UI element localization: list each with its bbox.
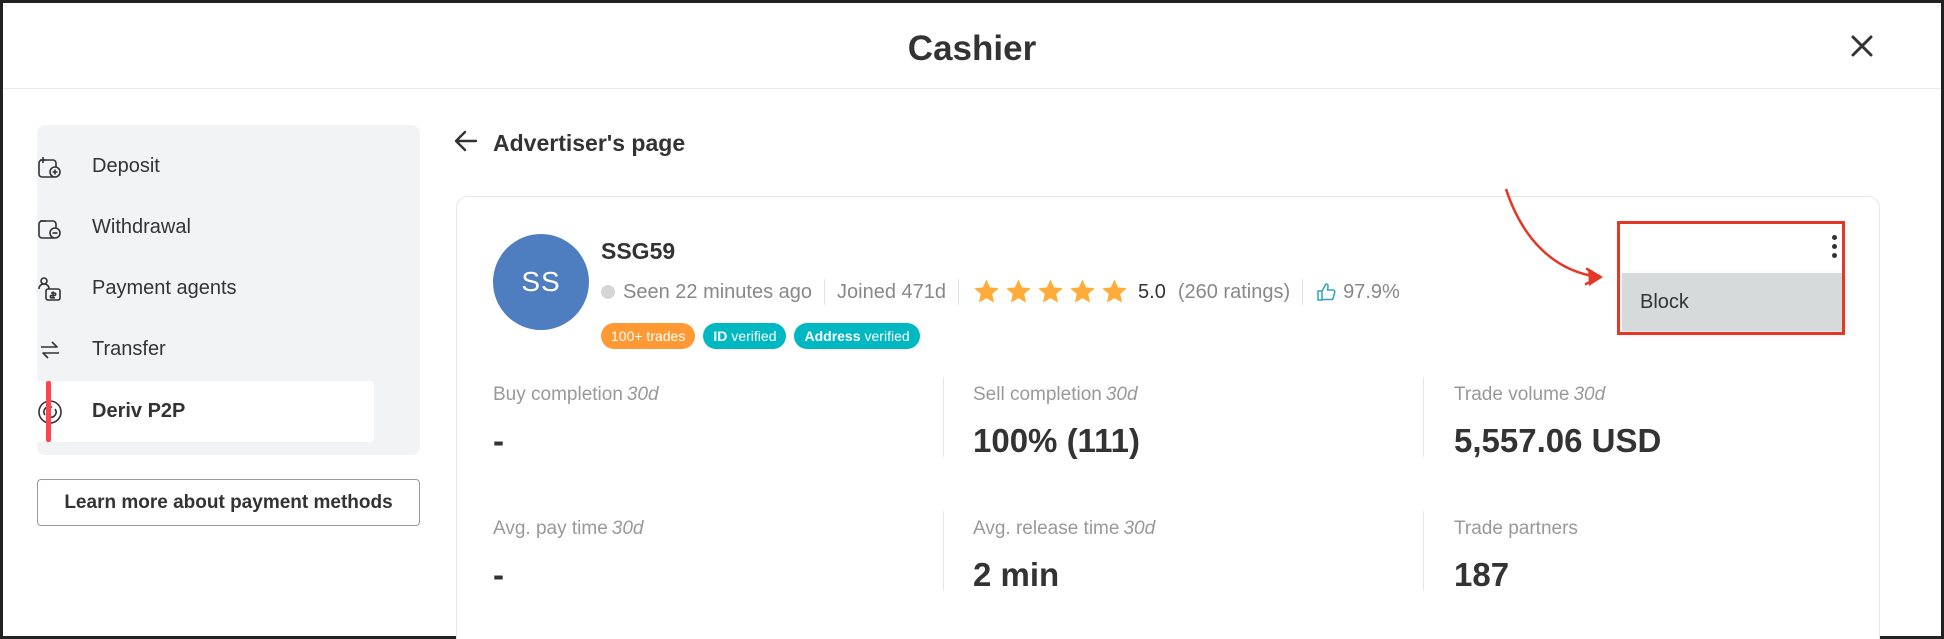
ratings-count: (260 ratings) [1177,280,1291,303]
stat-label-text: Avg. pay time [493,518,608,539]
page-heading: Advertiser's page [493,129,686,156]
badge-text: verified [864,328,910,344]
stat-label: Avg. pay time 30d [493,518,933,540]
stat-value: 100% (111) [973,422,1140,459]
trades-badge: 100+ trades [601,323,696,349]
withdrawal-icon [35,213,65,243]
divider [1423,511,1424,591]
stat-label: Buy completion 30d [493,384,933,406]
joined: Joined 471d [837,280,947,303]
rating-value: 5.0 [1138,280,1166,303]
deposit-icon [35,152,65,182]
stat-avg-release-time: Avg. release time 30d 2 min [973,518,1413,594]
stat-value: 187 [1454,556,1510,593]
divider [1302,279,1304,305]
stat-label-text: Buy completion [493,384,623,405]
star-icon [1102,279,1127,303]
transfer-icon [35,335,65,365]
advertiser-meta: Seen 22 minutes ago Joined 471d 5.0 (260… [601,277,1400,307]
divider [943,511,944,591]
sidebar-item-deposit[interactable]: Deposit [3,136,1941,197]
stat-label-text: Trade partners [1454,518,1578,539]
close-icon[interactable] [1845,29,1879,63]
learn-more-button[interactable]: Learn more about payment methods [37,479,420,526]
stat-label-text: Avg. release time [973,518,1120,539]
back-button[interactable]: Advertiser's page [453,127,685,159]
divider [943,377,944,457]
annotation-highlight-box [1617,221,1845,335]
stat-period: 30d [1573,384,1606,405]
avatar: SS [493,234,589,330]
rating-stars [971,277,1130,307]
stat-period: 30d [1105,384,1138,405]
badge-text: 100+ trades [611,328,686,344]
badge-strong: ID [713,328,728,344]
online-status-icon [601,285,615,299]
id-verified-badge: ID verified [703,323,787,349]
badge-row: 100+ trades ID verified Address verified [601,323,920,349]
divider [1423,377,1424,457]
star-icon [1070,279,1095,303]
stat-buy-completion: Buy completion 30d - [493,384,933,460]
stat-label: Sell completion 30d [973,384,1413,406]
address-verified-badge: Address verified [794,323,920,349]
sidebar-item-label: Deriv P2P [92,400,186,422]
arrow-left-icon [453,128,479,159]
page-title: Cashier [907,29,1037,68]
recommended-rate: 97.9% [1343,280,1400,303]
sidebar-item-label: Payment agents [92,277,237,299]
badge-text: verified [731,328,777,344]
advertiser-name: SSG59 [601,238,676,264]
stat-label-text: Sell completion [973,384,1102,405]
stat-trade-volume: Trade volume 30d 5,557.06 USD [1454,384,1894,460]
divider [958,279,960,305]
stat-label: Trade partners [1454,518,1894,540]
active-indicator [46,381,51,442]
stat-avg-pay-time: Avg. pay time 30d - [493,518,933,594]
star-icon [974,279,999,303]
thumbs-up-icon [1315,281,1337,303]
star-icon [1006,279,1031,303]
stat-value: - [493,422,504,459]
modal-header: Cashier [3,3,1941,89]
sidebar-item-label: Withdrawal [92,216,191,238]
stat-label: Avg. release time 30d [973,518,1413,540]
stat-sell-completion: Sell completion 30d 100% (111) [973,384,1413,460]
badge-strong: Address [804,328,861,344]
last-seen: Seen 22 minutes ago [623,280,813,303]
stat-value: - [493,556,504,593]
stat-period: 30d [1123,518,1156,539]
star-icon [1038,279,1063,303]
stat-label-text: Trade volume [1454,384,1570,405]
stat-trade-partners: Trade partners 187 [1454,518,1894,594]
stat-period: 30d [626,384,659,405]
annotation-arrow-icon [1504,188,1603,286]
cashier-modal: Cashier Deposit Withdrawal Payment agent… [0,0,1944,639]
stat-label: Trade volume 30d [1454,384,1894,406]
stat-value: 2 min [973,556,1060,593]
payment-agents-icon [35,274,65,304]
sidebar-item-deriv-p2p[interactable]: Deriv P2P [15,381,374,442]
stat-period: 30d [611,518,644,539]
stat-value: 5,557.06 USD [1454,422,1662,459]
sidebar-item-label: Deposit [92,155,160,177]
sidebar-item-label: Transfer [92,338,166,360]
divider [824,279,826,305]
